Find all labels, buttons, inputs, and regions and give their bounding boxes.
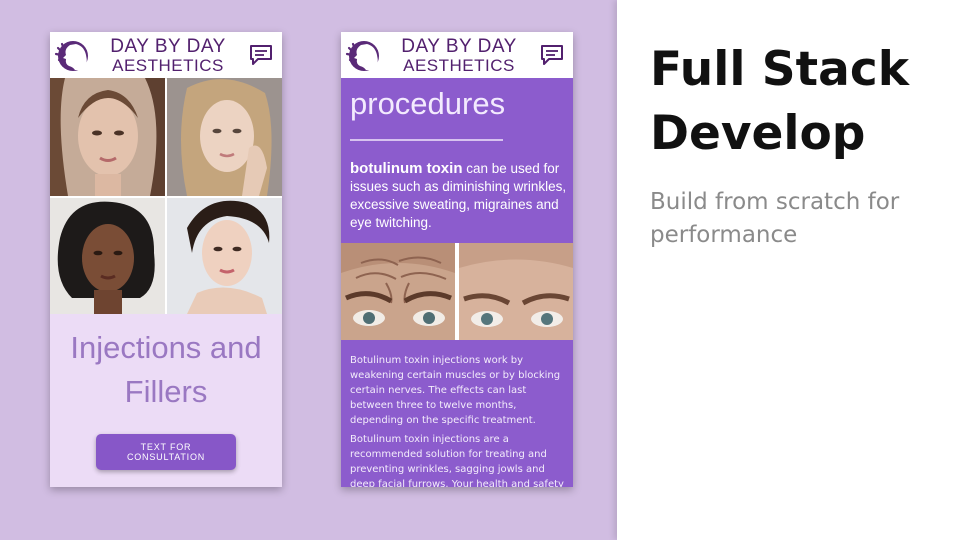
- lead-bold-term: botulinum toxin: [350, 160, 463, 177]
- brand-line-1: DAY BY DAY: [110, 36, 226, 57]
- procedures-title: procedures: [350, 86, 506, 121]
- model-photo-4: [167, 198, 282, 314]
- brand-line-1: DAY BY DAY: [401, 36, 517, 57]
- site-header: DAY BY DAY AESTHETICS: [50, 32, 282, 79]
- slide-subheading: Build from scratch for performance: [650, 189, 900, 248]
- details-paragraph-2: Botulinum toxin injections are a recomme…: [350, 434, 564, 487]
- hero-title: Injections and Fillers: [70, 330, 262, 409]
- model-photo-1: [50, 78, 165, 196]
- title-divider: [350, 139, 503, 141]
- model-photo-2: [167, 78, 282, 196]
- model-photo-grid: [50, 78, 282, 314]
- site-header: DAY BY DAY AESTHETICS: [341, 32, 573, 79]
- chat-bubble-icon[interactable]: [248, 43, 274, 67]
- brand-wordmark[interactable]: DAY BY DAY AESTHETICS: [381, 37, 537, 75]
- slide-heading: Full Stack Develop: [650, 42, 909, 161]
- details-paragraph-1: Botulinum toxin injections work by weake…: [350, 355, 561, 426]
- text-for-consultation-button[interactable]: TEXT FOR CONSULTATION: [96, 434, 236, 470]
- face-silhouette-logo[interactable]: [53, 39, 91, 73]
- forehead-before-photo: [341, 243, 455, 340]
- model-photo-3: [50, 198, 165, 314]
- forehead-after-photo: [459, 243, 573, 340]
- brand-wordmark[interactable]: DAY BY DAY AESTHETICS: [90, 37, 246, 75]
- phone-mockup-procedures: DAY BY DAY AESTHETICS procedures botulin…: [341, 32, 573, 487]
- slide: DAY BY DAY AESTHETICS Injections and Fil…: [0, 0, 960, 540]
- phone-mockup-injections: DAY BY DAY AESTHETICS Injections and Fil…: [50, 32, 282, 487]
- chat-bubble-icon[interactable]: [539, 43, 565, 67]
- brand-line-2: AESTHETICS: [112, 56, 224, 75]
- face-silhouette-logo[interactable]: [344, 39, 382, 73]
- hero-section: Injections and Fillers TEXT FOR CONSULTA…: [50, 314, 282, 487]
- brand-line-2: AESTHETICS: [403, 56, 515, 75]
- procedures-lead: botulinum toxin can be used for issues s…: [350, 160, 568, 232]
- before-after-photos: [341, 243, 573, 340]
- procedures-details: Botulinum toxin injections work by weake…: [341, 340, 573, 487]
- procedures-intro: procedures botulinum toxin can be used f…: [341, 78, 573, 243]
- mockup-panel: DAY BY DAY AESTHETICS Injections and Fil…: [0, 0, 617, 540]
